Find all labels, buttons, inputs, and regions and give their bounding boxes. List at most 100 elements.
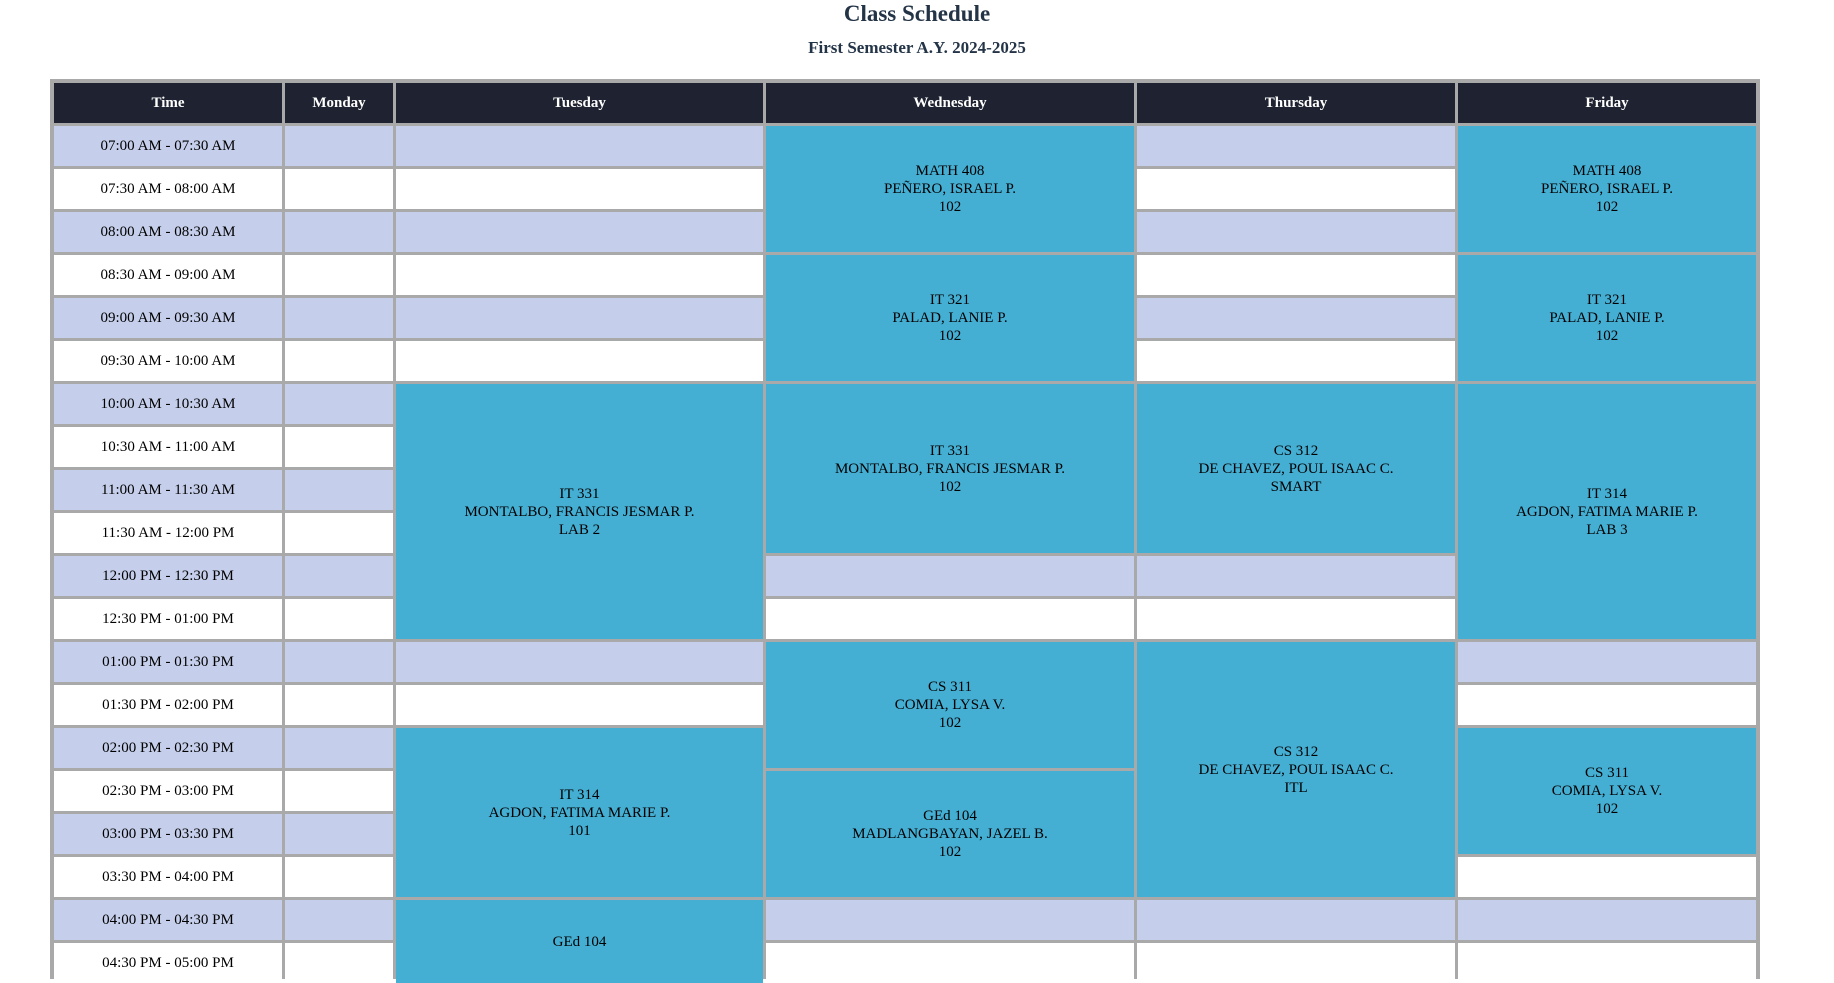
empty-slot-friday <box>1458 943 1756 983</box>
column-header-tuesday: Tuesday <box>396 83 763 123</box>
class-instructor: AGDON, FATIMA MARIE P. <box>1516 503 1698 520</box>
time-slot-cell: 03:00 PM - 03:30 PM <box>54 814 282 854</box>
time-slot-cell: 02:00 PM - 02:30 PM <box>54 728 282 768</box>
class-block[interactable]: CS 311 COMIA, LYSA V. 102 <box>1458 728 1756 854</box>
class-instructor: MONTALBO, FRANCIS JESMAR P. <box>464 503 695 520</box>
class-room: LAB 2 <box>558 521 601 538</box>
time-slot-cell: 04:00 PM - 04:30 PM <box>54 900 282 940</box>
class-code: GEd 104 <box>552 933 607 950</box>
class-block[interactable]: IT 314 AGDON, FATIMA MARIE P. LAB 3 <box>1458 384 1756 639</box>
class-instructor: COMIA, LYSA V. <box>1551 783 1663 799</box>
class-block[interactable]: CS 312 DE CHAVEZ, POUL ISAAC C. SMART <box>1137 384 1455 553</box>
time-slot-cell: 09:30 AM - 10:00 AM <box>54 341 282 381</box>
time-slot-cell: 11:30 AM - 12:00 PM <box>54 513 282 553</box>
empty-slot-monday <box>285 212 393 252</box>
class-instructor: PALAD, LANIE P. <box>892 310 1008 326</box>
empty-slot-monday <box>285 642 393 682</box>
class-code: GEd 104 <box>923 808 977 824</box>
class-room: 102 <box>938 715 962 731</box>
class-room: 102 <box>938 478 962 495</box>
class-block[interactable]: CS 312 DE CHAVEZ, POUL ISAAC C. ITL <box>1137 642 1455 897</box>
empty-slot-monday <box>285 857 393 897</box>
empty-slot-wednesday <box>766 556 1134 596</box>
class-instructor: DE CHAVEZ, POUL ISAAC C. <box>1198 460 1394 477</box>
empty-slot-thursday <box>1137 341 1455 381</box>
class-code: IT 314 <box>1586 485 1628 502</box>
empty-slot-monday <box>285 427 393 467</box>
empty-slot-monday <box>285 599 393 639</box>
empty-slot-thursday <box>1137 212 1455 252</box>
empty-slot-monday <box>285 685 393 725</box>
time-slot-cell: 11:00 AM - 11:30 AM <box>54 470 282 510</box>
class-block[interactable]: GEd 104 MADLANGBAYAN, JAZEL B. 102 <box>766 771 1134 897</box>
class-code: IT 321 <box>929 292 971 308</box>
empty-slot-tuesday <box>396 169 763 209</box>
empty-slot-wednesday <box>766 943 1134 983</box>
empty-slot-tuesday <box>396 341 763 381</box>
empty-slot-thursday <box>1137 255 1455 295</box>
empty-slot-monday <box>285 556 393 596</box>
class-block[interactable]: MATH 408 PEÑERO, ISRAEL P. 102 <box>766 126 1134 252</box>
class-room: ITL <box>1284 779 1308 796</box>
class-block[interactable]: CS 311 COMIA, LYSA V. 102 <box>766 642 1134 768</box>
time-slot-cell: 01:00 PM - 01:30 PM <box>54 642 282 682</box>
class-block[interactable]: IT 321 PALAD, LANIE P. 102 <box>1458 255 1756 381</box>
page-subtitle: First Semester A.Y. 2024-2025 <box>808 38 1026 57</box>
class-code: IT 331 <box>559 485 600 502</box>
empty-slot-friday <box>1458 900 1756 940</box>
column-header-monday: Monday <box>285 83 393 123</box>
column-header-wednesday: Wednesday <box>766 83 1134 123</box>
class-code: CS 311 <box>927 679 973 695</box>
empty-slot-friday <box>1458 642 1756 682</box>
empty-slot-tuesday <box>396 255 763 295</box>
class-code: IT 321 <box>1586 292 1628 308</box>
time-slot-cell: 10:30 AM - 11:00 AM <box>54 427 282 467</box>
empty-slot-tuesday <box>396 685 763 725</box>
empty-slot-friday <box>1458 685 1756 725</box>
class-block[interactable]: IT 331 MONTALBO, FRANCIS JESMAR P. 102 <box>766 384 1134 553</box>
class-code: CS 312 <box>1273 743 1319 760</box>
time-slot-cell: 07:30 AM - 08:00 AM <box>54 169 282 209</box>
time-slot-cell: 03:30 PM - 04:00 PM <box>54 857 282 897</box>
empty-slot-thursday <box>1137 599 1455 639</box>
empty-slot-thursday <box>1137 556 1455 596</box>
class-instructor: MADLANGBAYAN, JAZEL B. <box>852 826 1048 842</box>
empty-slot-thursday <box>1137 298 1455 338</box>
time-slot-cell: 12:00 PM - 12:30 PM <box>54 556 282 596</box>
empty-slot-monday <box>285 943 393 983</box>
empty-slot-thursday <box>1137 126 1455 166</box>
class-block[interactable]: IT 331 MONTALBO, FRANCIS JESMAR P. LAB 2 <box>396 384 763 639</box>
class-room: 101 <box>568 822 591 839</box>
empty-slot-tuesday <box>396 126 763 166</box>
class-block[interactable]: IT 321 PALAD, LANIE P. 102 <box>766 255 1134 381</box>
class-block[interactable]: IT 314 AGDON, FATIMA MARIE P. 101 <box>396 728 763 897</box>
class-code: CS 312 <box>1273 442 1319 459</box>
class-code: IT 314 <box>559 786 600 803</box>
empty-slot-tuesday <box>396 212 763 252</box>
empty-slot-tuesday <box>396 642 763 682</box>
empty-slot-thursday <box>1137 169 1455 209</box>
empty-slot-wednesday <box>766 900 1134 940</box>
time-slot-cell: 02:30 PM - 03:00 PM <box>54 771 282 811</box>
class-instructor: PEÑERO, ISRAEL P. <box>884 181 1016 197</box>
class-instructor: MONTALBO, FRANCIS JESMAR P. <box>834 460 1066 477</box>
class-instructor: COMIA, LYSA V. <box>894 697 1006 713</box>
class-room: LAB 3 <box>1586 521 1628 538</box>
time-slot-cell: 08:30 AM - 09:00 AM <box>54 255 282 295</box>
empty-slot-monday <box>285 384 393 424</box>
time-slot-cell: 04:30 PM - 05:00 PM <box>54 943 282 983</box>
empty-slot-monday <box>285 470 393 510</box>
class-block[interactable]: MATH 408 PEÑERO, ISRAEL P. 102 <box>1458 126 1756 252</box>
empty-slot-monday <box>285 728 393 768</box>
class-room: 102 <box>1595 199 1619 215</box>
class-block[interactable]: GEd 104 <box>396 900 763 983</box>
class-code: IT 331 <box>929 442 971 459</box>
class-code: MATH 408 <box>1572 163 1642 179</box>
page-title: Class Schedule <box>843 1 991 26</box>
class-room: 102 <box>1595 328 1619 344</box>
class-instructor: PALAD, LANIE P. <box>1549 310 1665 326</box>
empty-slot-monday <box>285 900 393 940</box>
empty-slot-friday <box>1458 857 1756 897</box>
class-instructor: AGDON, FATIMA MARIE P. <box>488 804 671 821</box>
empty-slot-monday <box>285 255 393 295</box>
